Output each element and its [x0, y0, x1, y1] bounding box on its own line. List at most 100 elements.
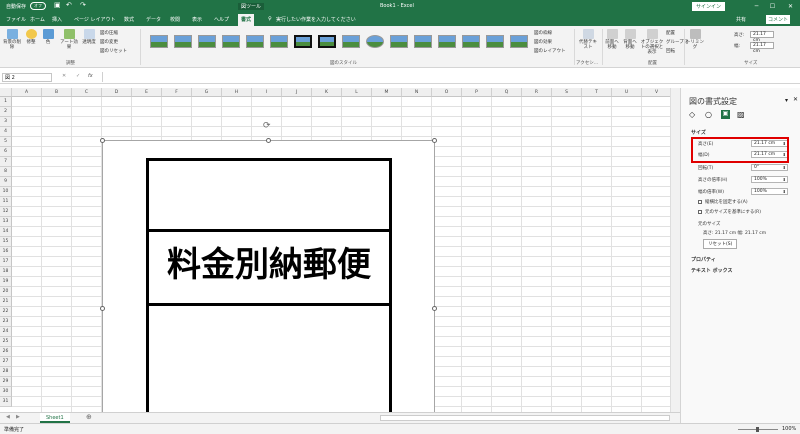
picture-layout-button[interactable]: 図のレイアウト	[534, 48, 566, 54]
resize-handle-right[interactable]	[432, 306, 437, 311]
height-input[interactable]: 21.17 cm	[750, 31, 774, 43]
picture-style-4[interactable]	[222, 35, 240, 48]
row-header[interactable]: 5	[0, 137, 12, 147]
width-input[interactable]: 21.17 cm	[750, 42, 774, 54]
tell-me-search[interactable]: 実行したい作業を入力してください	[276, 16, 356, 23]
row-header[interactable]: 11	[0, 197, 12, 207]
tab-formulas[interactable]: 数式	[124, 16, 134, 23]
scale-height-input[interactable]: 100% ⬍	[751, 176, 788, 183]
row-header[interactable]: 9	[0, 177, 12, 187]
transparency-button[interactable]: 透明度	[82, 29, 96, 45]
select-all-corner[interactable]	[0, 88, 12, 97]
row-header[interactable]: 12	[0, 207, 12, 217]
bring-forward-button[interactable]: 前面へ移動	[604, 29, 620, 50]
corrections-button[interactable]: 修整	[24, 29, 38, 45]
align-button[interactable]: 配置	[666, 30, 675, 36]
row-header[interactable]: 28	[0, 367, 12, 377]
row-header[interactable]: 14	[0, 227, 12, 237]
pane-options-icon[interactable]: ▾	[785, 97, 788, 104]
prev-sheet-icon[interactable]: ◀	[6, 414, 10, 420]
textbox-section-header[interactable]: テキスト ボックス	[691, 267, 732, 274]
picture-style-5[interactable]	[246, 35, 264, 48]
column-header[interactable]: B	[42, 88, 72, 97]
column-header[interactable]: M	[372, 88, 402, 97]
row-header[interactable]: 18	[0, 267, 12, 277]
share-button[interactable]: 共有	[736, 16, 746, 23]
row-header[interactable]: 29	[0, 377, 12, 387]
color-button[interactable]: 色	[42, 29, 54, 45]
remove-background-button[interactable]: 背景の削除	[2, 29, 22, 50]
row-header[interactable]: 7	[0, 157, 12, 167]
column-header[interactable]: G	[192, 88, 222, 97]
compress-pictures-button[interactable]: 図の圧縮	[100, 30, 118, 36]
maximize-icon[interactable]: ☐	[768, 2, 777, 11]
tab-format[interactable]: 書式	[238, 14, 255, 26]
picture-style-13[interactable]	[438, 35, 456, 48]
tab-insert[interactable]: 挿入	[52, 16, 62, 23]
signin-button[interactable]: サインイン	[692, 2, 726, 11]
row-header[interactable]: 24	[0, 327, 12, 337]
artistic-effects-button[interactable]: アート効果	[58, 29, 80, 50]
comment-button[interactable]: コメント	[766, 15, 791, 24]
properties-section-header[interactable]: プロパティ	[691, 256, 716, 263]
zoom-level[interactable]: 100%	[782, 426, 796, 432]
zoom-slider-thumb[interactable]	[756, 427, 759, 432]
row-header[interactable]: 3	[0, 117, 12, 127]
size-section-header[interactable]: サイズ	[691, 129, 706, 136]
column-header[interactable]: T	[582, 88, 612, 97]
close-icon[interactable]: ✕	[786, 2, 795, 11]
column-header[interactable]: N	[402, 88, 432, 97]
row-header[interactable]: 27	[0, 357, 12, 367]
row-header[interactable]: 6	[0, 147, 12, 157]
reset-picture-button[interactable]: 図のリセット	[100, 48, 127, 54]
tab-view[interactable]: 表示	[192, 16, 202, 23]
tab-help[interactable]: ヘルプ	[214, 16, 229, 23]
row-header[interactable]: 1	[0, 97, 12, 107]
row-header[interactable]: 25	[0, 337, 12, 347]
reset-button[interactable]: リセット(S)	[703, 239, 738, 249]
autosave-toggle[interactable]: オフ	[30, 2, 46, 10]
row-header[interactable]: 21	[0, 297, 12, 307]
add-sheet-icon[interactable]: ⊕	[86, 413, 92, 421]
picture-style-2[interactable]	[174, 35, 192, 48]
save-icon[interactable]: ▣	[54, 1, 61, 9]
column-header[interactable]: H	[222, 88, 252, 97]
picture-style-1[interactable]	[150, 35, 168, 48]
tab-data[interactable]: データ	[146, 16, 161, 23]
vertical-scrollbar[interactable]	[670, 88, 680, 412]
rotate-button[interactable]: 回転	[666, 48, 675, 54]
selection-pane-button[interactable]: オブジェクトの選択と表示	[640, 29, 664, 55]
column-header[interactable]: E	[132, 88, 162, 97]
resize-handle-left[interactable]	[100, 306, 105, 311]
sheet-tab-sheet1[interactable]: Sheet1	[40, 413, 70, 423]
name-box[interactable]: 図 2	[2, 73, 52, 82]
rotation-input[interactable]: 0° ⬍	[751, 164, 788, 171]
row-header[interactable]: 20	[0, 287, 12, 297]
fill-line-icon[interactable]: ◇	[689, 110, 695, 119]
column-header[interactable]: A	[12, 88, 42, 97]
tab-home[interactable]: ホーム	[30, 16, 45, 23]
redo-icon[interactable]: ↷	[80, 1, 86, 9]
row-header[interactable]: 31	[0, 397, 12, 407]
row-header[interactable]: 26	[0, 347, 12, 357]
cancel-icon[interactable]: ✕	[62, 73, 66, 79]
column-header[interactable]: K	[312, 88, 342, 97]
picture-style-10[interactable]	[366, 35, 384, 48]
effects-icon[interactable]: ○	[705, 110, 712, 119]
column-header[interactable]: J	[282, 88, 312, 97]
resize-handle-top-left[interactable]	[100, 138, 105, 143]
column-header[interactable]: L	[342, 88, 372, 97]
tab-file[interactable]: ファイル	[6, 16, 26, 23]
column-header[interactable]: C	[72, 88, 102, 97]
alt-text-button[interactable]: 代替テキスト	[578, 29, 598, 50]
column-header[interactable]: I	[252, 88, 282, 97]
size-properties-icon[interactable]: ▣	[721, 110, 730, 119]
tab-page-layout[interactable]: ページ レイアウト	[74, 16, 116, 23]
fx-button[interactable]: fx	[88, 73, 93, 79]
pane-close-icon[interactable]: ✕	[793, 96, 798, 103]
picture-style-8[interactable]	[318, 35, 336, 48]
column-header[interactable]: R	[522, 88, 552, 97]
next-sheet-icon[interactable]: ▶	[16, 414, 20, 420]
picture-style-3[interactable]	[198, 35, 216, 48]
enter-icon[interactable]: ✓	[76, 73, 80, 79]
